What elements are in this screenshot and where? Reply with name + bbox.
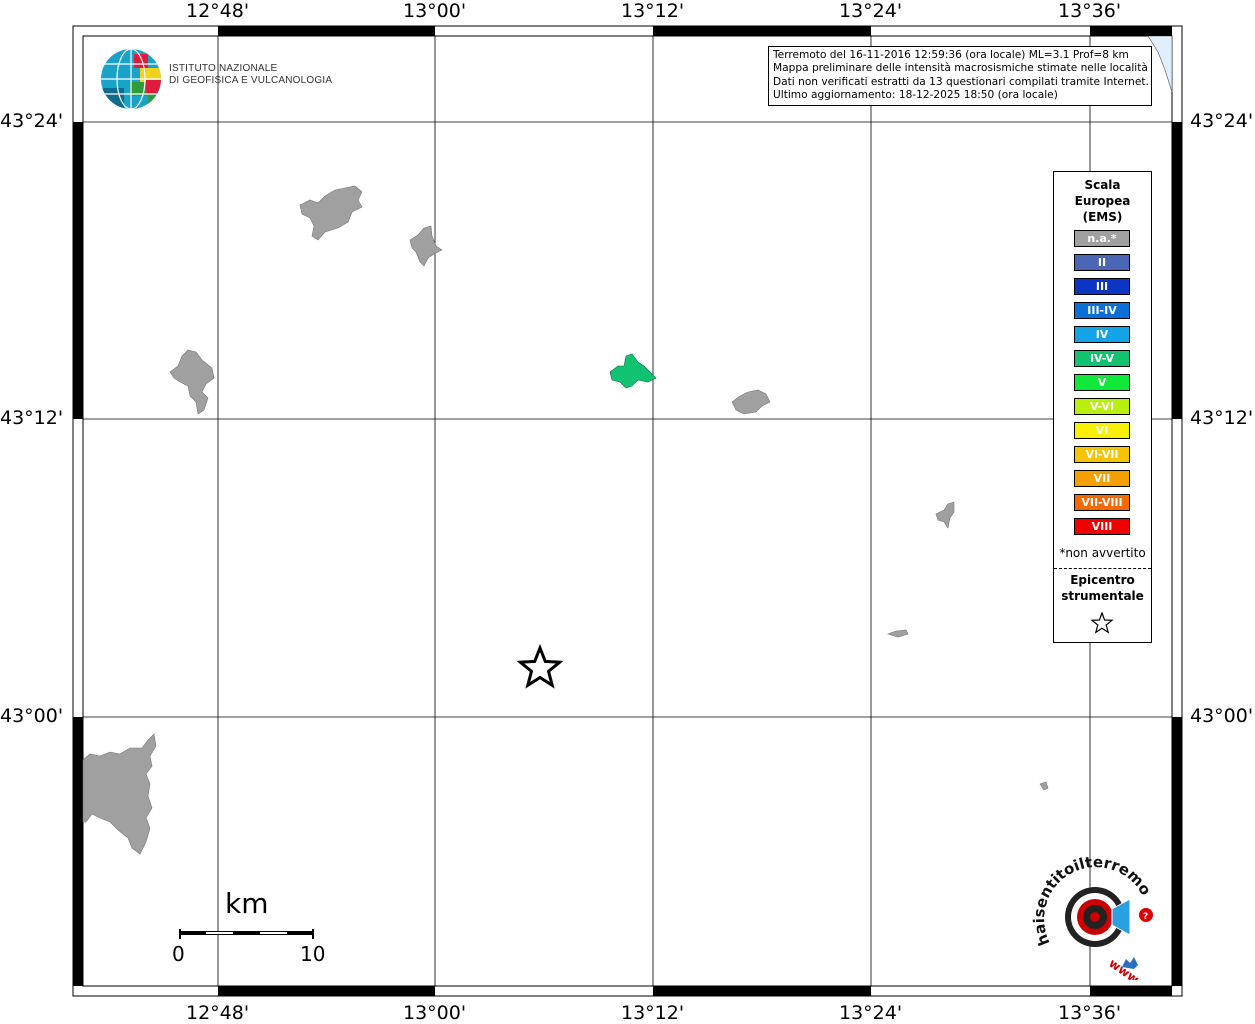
legend-separator: [1054, 568, 1151, 569]
event-info-box: Terremoto del 16-11-2016 12:59:36 (ora l…: [768, 46, 1152, 106]
lon-tick-label: 13°00': [403, 0, 467, 22]
event-info-line: Terremoto del 16-11-2016 12:59:36 (ora l…: [773, 49, 1129, 61]
legend-title-line: (EMS): [1082, 210, 1123, 224]
legend-swatch: V: [1074, 374, 1130, 391]
lon-tick-label: 13°36': [1058, 1002, 1122, 1024]
event-info-line: Dati non verificati estratti da 13 quest…: [773, 75, 1149, 88]
legend-swatch: IV-V: [1074, 350, 1130, 367]
lon-tick-label: 12°48': [186, 0, 250, 22]
lat-tick-label: 43°24': [0, 110, 64, 132]
svg-text:?: ?: [1143, 912, 1148, 922]
legend-epicenter-label: Epicentro: [1070, 573, 1135, 587]
star-icon: [1090, 612, 1114, 634]
legend-swatch: IV: [1074, 326, 1130, 343]
haisentito-www: www.: [1106, 956, 1144, 980]
lon-tick-label: 13°12': [621, 1002, 685, 1024]
lat-tick-label: 43°00': [0, 705, 64, 727]
ingv-logo: ISTITUTO NAZIONALE DI GEOFISICA E VULCAN…: [100, 48, 360, 110]
lat-tick-label: 43°00': [1190, 705, 1254, 727]
legend-swatch: III: [1074, 278, 1130, 295]
legend-title-line: Scala: [1084, 178, 1121, 192]
map-area: [82, 35, 1173, 987]
legend-swatch: V-VI: [1074, 398, 1130, 415]
legend-title-line: Europea: [1074, 194, 1131, 208]
legend-swatch: VII-VIII: [1074, 494, 1130, 511]
legend-note: *non avvertito: [1059, 546, 1146, 560]
lon-tick-label: 13°00': [403, 1002, 467, 1024]
lat-tick-label: 43°12': [1190, 407, 1254, 429]
legend-swatch: II: [1074, 254, 1130, 271]
scale-unit-label: km: [225, 887, 269, 920]
ingv-name-line2: DI GEOFISICA E VULCANOLOGIA: [169, 75, 333, 86]
lat-tick-label: 43°12': [0, 407, 64, 429]
scale-start-label: 0: [172, 942, 185, 966]
lon-tick-label: 13°24': [839, 0, 903, 22]
event-info-line: Ultimo aggiornamento: 18-12-2025 18:50 (…: [773, 88, 1058, 101]
legend-swatch: VI: [1074, 422, 1130, 439]
haisentito-logo[interactable]: ? haisentitoilterremoto.it www.: [1025, 841, 1165, 989]
legend-swatch: VI-VII: [1074, 446, 1130, 463]
lon-tick-label: 13°12': [621, 0, 685, 22]
lon-tick-label: 13°36': [1058, 0, 1122, 22]
legend-swatch: VIII: [1074, 518, 1130, 535]
haisentito-logo-graphic: ? haisentitoilterremoto.it www.: [1025, 841, 1155, 989]
scale-bar: km 0 10: [170, 885, 330, 975]
event-info-line: Mappa preliminare delle intensità macros…: [773, 62, 1148, 75]
legend-swatch: n.a.*: [1074, 230, 1130, 247]
legend-swatch: III-IV: [1074, 302, 1130, 319]
ems-legend: Scala Europea (EMS) n.a.* II III III-IV IV IV…: [1053, 171, 1152, 643]
lon-tick-label: 12°48': [186, 1002, 250, 1024]
globe-icon: [101, 49, 161, 109]
scale-end-label: 10: [300, 942, 326, 966]
lat-tick-label: 43°24': [1190, 110, 1254, 132]
legend-swatch: VII: [1074, 470, 1130, 487]
legend-epicenter-label: strumentale: [1061, 589, 1144, 603]
ingv-name-line1: ISTITUTO NAZIONALE: [169, 63, 278, 74]
lon-tick-label: 13°24': [839, 1002, 903, 1024]
